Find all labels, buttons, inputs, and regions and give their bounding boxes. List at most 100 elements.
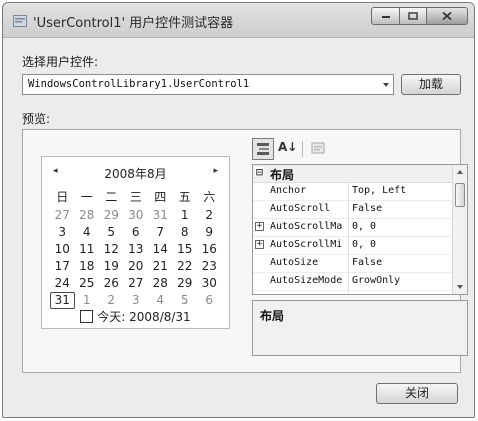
property-value[interactable]: False <box>352 203 382 214</box>
calendar-day[interactable]: 25 <box>75 275 100 292</box>
description-title: 布局 <box>260 309 285 323</box>
calendar-week-row: 31 1 2 3 4 5 6 <box>50 292 222 309</box>
scroll-up-icon[interactable] <box>457 170 463 174</box>
minimize-button[interactable] <box>371 7 400 25</box>
today-link[interactable]: 今天: 2008/8/31 <box>42 308 229 326</box>
expand-icon[interactable]: + <box>255 240 264 249</box>
title-bar[interactable]: 'UserControl1' 用户控件测试容器 <box>3 3 474 38</box>
property-pages-button[interactable] <box>308 138 330 160</box>
property-name: AutoScrollMi <box>270 239 343 250</box>
calendar-day[interactable]: 30 <box>124 207 149 224</box>
categorized-button[interactable] <box>252 138 274 160</box>
calendar-day[interactable]: 21 <box>148 258 173 275</box>
weekday-label: 三 <box>129 190 142 204</box>
expand-icon[interactable]: + <box>255 222 264 231</box>
calendar-day[interactable]: 9 <box>197 224 222 241</box>
property-value[interactable]: 0, 0 <box>352 221 376 232</box>
property-name: Anchor <box>270 185 307 196</box>
calendar-day[interactable]: 2 <box>197 207 222 224</box>
calendar-day[interactable]: 23 <box>197 258 222 275</box>
calendar-day[interactable]: 11 <box>75 241 100 258</box>
next-month-icon[interactable]: ▸ <box>213 166 218 176</box>
category-label: 布局 <box>270 168 295 182</box>
vertical-scrollbar[interactable] <box>452 165 467 294</box>
property-value[interactable]: False <box>352 257 382 268</box>
month-calendar[interactable]: ◂ 2008年8月 ▸ 日 一 二 三 四 五 六 27 28 29 30 31 1 2 3 4… <box>41 156 230 329</box>
column-divider[interactable] <box>348 183 349 293</box>
scroll-down-icon[interactable] <box>457 285 463 289</box>
window-title: 'UserControl1' 用户控件测试容器 <box>33 16 234 31</box>
calendar-weeks: 27 28 29 30 31 1 2 3 4 5 6 7 8 9 10 11 12 13 14 15 16 17 18 19 2… <box>50 207 222 309</box>
calendar-month-title[interactable]: 2008年8月 <box>42 165 229 182</box>
weekday-label: 六 <box>203 190 216 204</box>
close-window-button[interactable] <box>426 7 468 25</box>
calendar-day[interactable]: 5 <box>173 292 198 309</box>
property-row[interactable]: AutoSizeMode GrowOnly <box>253 273 452 291</box>
calendar-day[interactable]: 24 <box>50 275 75 292</box>
calendar-day[interactable]: 2 <box>99 292 124 309</box>
calendar-day[interactable]: 7 <box>148 224 173 241</box>
calendar-week-row: 24 25 26 27 28 29 30 <box>50 275 222 292</box>
calendar-day[interactable]: 8 <box>173 224 198 241</box>
weekday-label: 二 <box>105 190 118 204</box>
calendar-day[interactable]: 14 <box>148 241 173 258</box>
maximize-button[interactable] <box>399 7 427 25</box>
calendar-day[interactable]: 30 <box>197 275 222 292</box>
property-value[interactable]: Top, Left <box>352 185 406 196</box>
property-row[interactable]: + AutoScrollMa 0, 0 <box>253 219 452 237</box>
calendar-day[interactable]: 5 <box>99 224 124 241</box>
calendar-day[interactable]: 6 <box>124 224 149 241</box>
calendar-day[interactable]: 19 <box>99 258 124 275</box>
categorized-icon <box>257 143 269 155</box>
collapse-icon[interactable]: ⊟ <box>255 166 264 178</box>
calendar-day[interactable]: 28 <box>75 207 100 224</box>
property-row[interactable]: AutoScroll False <box>253 201 452 219</box>
property-row[interactable]: Anchor Top, Left <box>253 183 452 201</box>
calendar-day[interactable]: 3 <box>50 224 75 241</box>
app-icon <box>13 15 27 27</box>
alphabetical-icon: A↓ <box>278 140 298 154</box>
property-description-pane: 布局 <box>252 300 468 356</box>
alphabetical-button[interactable]: A↓ <box>276 138 298 160</box>
property-category-row[interactable]: ⊟ 布局 <box>253 165 452 183</box>
calendar-day[interactable]: 20 <box>124 258 149 275</box>
calendar-day[interactable]: 17 <box>50 258 75 275</box>
load-button[interactable]: 加载 <box>401 74 461 95</box>
calendar-day[interactable]: 29 <box>173 275 198 292</box>
maximize-icon <box>408 12 418 20</box>
calendar-day[interactable]: 10 <box>50 241 75 258</box>
calendar-day[interactable]: 31 <box>50 292 75 309</box>
calendar-day[interactable]: 4 <box>75 224 100 241</box>
calendar-day[interactable]: 12 <box>99 241 124 258</box>
calendar-day[interactable]: 18 <box>75 258 100 275</box>
calendar-day[interactable]: 1 <box>173 207 198 224</box>
scroll-thumb[interactable] <box>455 183 465 207</box>
property-name: AutoScrollMa <box>270 221 343 232</box>
calendar-day[interactable]: 27 <box>124 275 149 292</box>
calendar-day[interactable]: 3 <box>124 292 149 309</box>
property-value[interactable]: GrowOnly <box>352 275 400 286</box>
calendar-week-row: 27 28 29 30 31 1 2 <box>50 207 222 224</box>
minimize-icon <box>381 16 390 18</box>
calendar-day[interactable]: 29 <box>99 207 124 224</box>
property-row[interactable]: + AutoScrollMi 0, 0 <box>253 237 452 255</box>
calendar-day[interactable]: 31 <box>148 207 173 224</box>
calendar-day[interactable]: 28 <box>148 275 173 292</box>
close-button[interactable]: 关闭 <box>376 383 458 404</box>
calendar-day[interactable]: 16 <box>197 241 222 258</box>
property-pages-icon <box>311 142 325 154</box>
calendar-day[interactable]: 1 <box>75 292 100 309</box>
calendar-day[interactable]: 26 <box>99 275 124 292</box>
weekday-label: 一 <box>80 190 93 204</box>
calendar-day[interactable]: 22 <box>173 258 198 275</box>
property-row[interactable]: AutoSize False <box>253 255 452 273</box>
user-control-combo[interactable]: WindowsControlLibrary1.UserControl1 <box>22 74 394 95</box>
calendar-day[interactable]: 13 <box>124 241 149 258</box>
calendar-day[interactable]: 27 <box>50 207 75 224</box>
property-value[interactable]: 0, 0 <box>352 239 376 250</box>
calendar-day[interactable]: 15 <box>173 241 198 258</box>
property-name: AutoSize <box>270 257 319 268</box>
calendar-day[interactable]: 6 <box>197 292 222 309</box>
calendar-day[interactable]: 4 <box>148 292 173 309</box>
chevron-down-icon[interactable] <box>383 83 389 87</box>
